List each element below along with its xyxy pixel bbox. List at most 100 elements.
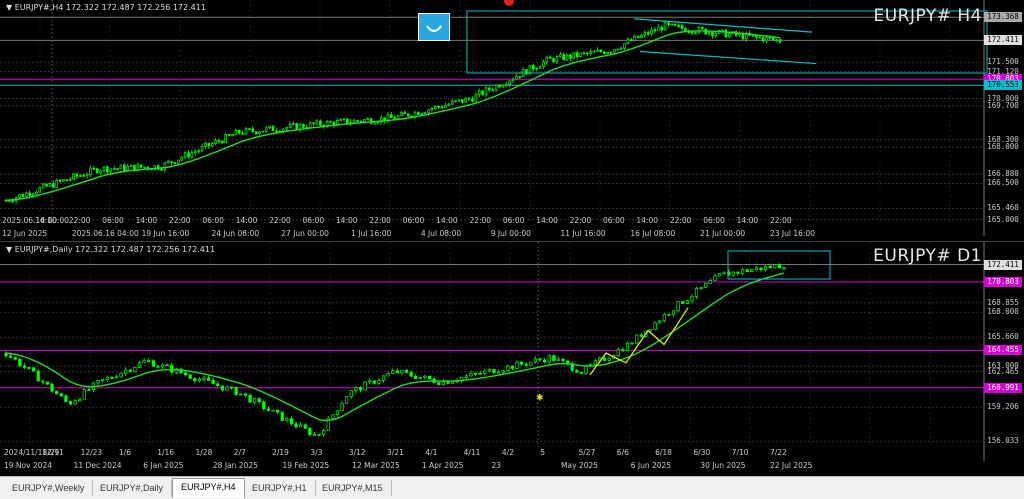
channel-lower-line	[639, 50, 817, 65]
candle-body	[529, 361, 533, 366]
candle-body	[303, 424, 307, 429]
candle-body	[765, 37, 768, 42]
price-tag: 168.000	[987, 307, 1019, 317]
candle-body	[129, 164, 133, 167]
candle-body	[508, 80, 511, 85]
candle-body	[82, 175, 86, 177]
h4-chart-canvas[interactable]	[0, 0, 1024, 241]
candle-body	[28, 192, 31, 196]
candle-body	[216, 383, 220, 387]
candle-body	[736, 271, 740, 274]
candle-body	[335, 410, 340, 416]
candle-body	[271, 409, 275, 412]
candle-body	[545, 56, 549, 63]
time-label: 12 Mar 2025	[352, 461, 400, 470]
candle-body	[602, 357, 607, 361]
tab-m15[interactable]: EURJPY#,M15	[314, 480, 392, 496]
candle-body	[188, 374, 192, 379]
candle-body	[423, 375, 427, 378]
candle-body	[214, 140, 217, 144]
candle-body	[639, 334, 643, 337]
candle-body	[204, 142, 207, 147]
price-tag: 169.700	[987, 100, 1019, 110]
candle-body	[447, 103, 451, 106]
candle-body	[473, 372, 478, 375]
candle-body	[469, 372, 473, 377]
candle-body	[13, 356, 17, 360]
candle-body	[491, 89, 494, 92]
smile-indicator-icon[interactable]	[418, 13, 450, 41]
candle-body	[308, 428, 312, 436]
candle-body	[584, 365, 588, 374]
time-label: 4/11	[463, 448, 481, 457]
candle-body	[257, 398, 261, 403]
candle-body	[142, 360, 146, 364]
candle-body	[685, 300, 689, 304]
candle-body	[50, 383, 54, 392]
time-label: 06:00	[202, 216, 224, 225]
candle-body	[461, 99, 464, 103]
candle-body	[137, 362, 142, 368]
candle-body	[73, 400, 77, 405]
candle-body	[602, 51, 606, 55]
tab-weekly[interactable]: EURJPY#,Weekly	[4, 480, 94, 496]
d1-chart-canvas[interactable]: ✱	[0, 242, 1024, 475]
candle-body	[393, 117, 396, 120]
candle-body	[312, 122, 315, 125]
tab-h4[interactable]: EURJPY#,H4	[172, 478, 245, 498]
candle-body	[457, 99, 461, 102]
time-label: 1/28	[195, 448, 213, 457]
candle-body	[623, 43, 626, 49]
candle-body	[41, 183, 45, 188]
time-label: 6/18	[655, 448, 672, 457]
candle-body	[670, 23, 674, 26]
candle-body	[694, 32, 697, 35]
candle-body	[114, 376, 119, 379]
candle-body	[96, 380, 100, 384]
candle-body	[315, 120, 319, 125]
price-tag: 162.465	[987, 366, 1019, 376]
candle-body	[346, 118, 349, 124]
price-tag: 165.660	[987, 332, 1019, 342]
candle-body	[105, 377, 109, 380]
candle-body	[579, 52, 582, 58]
candle-body	[418, 377, 422, 380]
time-label: 9 Jul 00:00	[490, 229, 531, 238]
candle-body	[362, 119, 366, 123]
time-label: 6/30	[693, 448, 711, 457]
candle-body	[777, 264, 782, 269]
candle-body	[572, 52, 576, 59]
candle-body	[24, 192, 28, 197]
tab-h1[interactable]: EURJPY#,H1	[244, 480, 316, 496]
candle-body	[713, 275, 717, 281]
candle-body	[390, 114, 393, 118]
time-label: 14:00	[436, 216, 458, 225]
time-label: 14:00	[235, 216, 258, 225]
chart-pane-d1[interactable]: ✱ ▼ EURJPY#,Daily 172.322 172.487 172.25…	[0, 242, 1024, 475]
candle-body	[681, 301, 685, 304]
candle-body	[531, 64, 535, 70]
chart-pane-h4[interactable]: ▼ EURJPY#,H4 172.322 172.487 172.256 172…	[0, 0, 1024, 242]
candle-body	[593, 360, 597, 365]
tab-daily[interactable]: EURJPY#,Daily	[92, 480, 173, 496]
candle-body	[163, 162, 167, 171]
candle-body	[234, 129, 238, 136]
candle-body	[565, 54, 569, 61]
candle-body	[95, 168, 99, 174]
h4-time-axis: 12 Jun 2025 2025.06.16 04:00 19 Jun 16:00 2…	[0, 229, 984, 239]
candle-body	[609, 51, 613, 54]
candle-body	[724, 29, 728, 38]
price-tag: 164.455	[984, 345, 1022, 356]
candle-body	[663, 22, 667, 31]
candle-body	[535, 67, 538, 70]
candle-body	[771, 37, 775, 41]
candle-body	[464, 97, 467, 103]
candle-body	[524, 363, 528, 366]
candle-body	[440, 106, 444, 109]
candle-body	[519, 361, 524, 365]
candle-body	[285, 418, 289, 421]
candle-body	[775, 39, 778, 42]
candle-body	[99, 170, 102, 174]
candle-body	[606, 52, 609, 55]
candle-body	[454, 100, 457, 103]
